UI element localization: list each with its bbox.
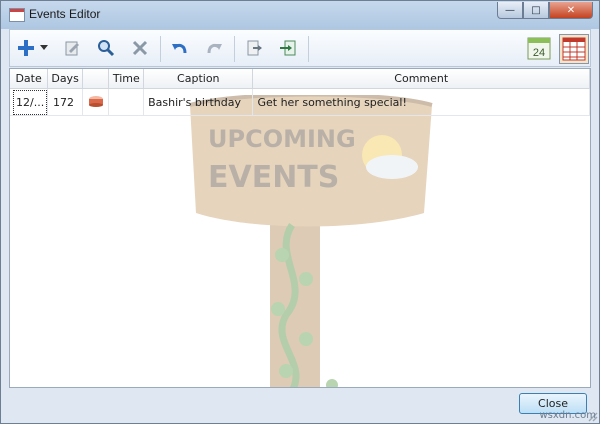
import-button[interactable] (276, 36, 300, 60)
toolbar-separator (234, 36, 235, 62)
cell-days[interactable]: 172 (47, 88, 83, 116)
toolbar-separator (160, 36, 161, 62)
add-button[interactable] (14, 36, 38, 60)
cell-time[interactable] (108, 88, 145, 116)
watermark-credit: wsxdn.com (539, 410, 596, 421)
events-editor-window: Events Editor — □ ✕ 24 UPCOMING EVENTS D… (0, 0, 600, 424)
app-icon (9, 8, 25, 22)
watermark-upcoming: UPCOMING (208, 125, 356, 153)
add-dropdown-button[interactable] (38, 36, 50, 60)
dialog-footer: Close (1, 389, 599, 423)
cell-comment[interactable]: Get her something special! (252, 88, 590, 116)
calendar-day: 24 (533, 47, 545, 59)
events-table: Date Days Time Caption Comment 12/... 17… (10, 69, 590, 116)
dropdown-arrow-icon (40, 45, 48, 50)
export-button[interactable] (242, 36, 266, 60)
events-list[interactable]: UPCOMING EVENTS Date Days Time Caption C… (9, 68, 591, 388)
column-header-days[interactable]: Days (47, 69, 83, 89)
cell-caption[interactable]: Bashir's birthday (143, 88, 254, 116)
undo-button[interactable] (168, 36, 192, 60)
search-icon (98, 40, 115, 57)
window-title: Events Editor (29, 7, 101, 21)
export-icon (247, 40, 262, 56)
cell-date[interactable]: 12/... (10, 88, 49, 116)
search-button[interactable] (94, 36, 118, 60)
minimize-icon: — (505, 4, 515, 16)
minimize-button[interactable]: — (497, 2, 523, 19)
maximize-button[interactable]: □ (523, 2, 549, 19)
date-value: 12/... (13, 89, 48, 115)
table-header-row: Date Days Time Caption Comment (10, 69, 590, 89)
column-header-date[interactable]: Date (10, 69, 49, 89)
import-icon (280, 40, 296, 56)
close-window-button[interactable]: ✕ (549, 2, 593, 19)
toolbar: 24 (9, 29, 591, 67)
redo-icon (207, 43, 222, 54)
edit-button[interactable] (60, 36, 84, 60)
edit-icon (65, 41, 79, 56)
delete-button[interactable] (128, 36, 152, 60)
calendar-24-icon: 24 (527, 37, 551, 60)
cake-icon (88, 95, 103, 107)
column-header-caption[interactable]: Caption (143, 69, 254, 89)
add-icon (18, 40, 34, 56)
title-bar[interactable]: Events Editor — □ ✕ (1, 1, 599, 29)
maximize-icon: □ (531, 4, 541, 16)
table-row[interactable]: 12/... 172 Bashir's birthday Get her som… (10, 88, 590, 116)
close-icon: ✕ (566, 4, 576, 16)
grid-view-button[interactable] (559, 34, 589, 64)
watermark-events: EVENTS (208, 160, 339, 195)
undo-icon (172, 43, 187, 54)
column-header-time[interactable]: Time (108, 69, 145, 89)
column-header-comment[interactable]: Comment (252, 69, 590, 89)
window-controls: — □ ✕ (497, 2, 593, 20)
calendar-24-button[interactable]: 24 (526, 35, 552, 61)
toolbar-separator (308, 36, 309, 62)
upcoming-events-signpost-image: UPCOMING EVENTS (189, 95, 433, 387)
cell-icon[interactable] (82, 88, 110, 116)
redo-button[interactable] (202, 36, 226, 60)
delete-icon (132, 40, 148, 56)
grid-view-icon (562, 37, 586, 61)
column-header-icon[interactable] (82, 69, 110, 89)
